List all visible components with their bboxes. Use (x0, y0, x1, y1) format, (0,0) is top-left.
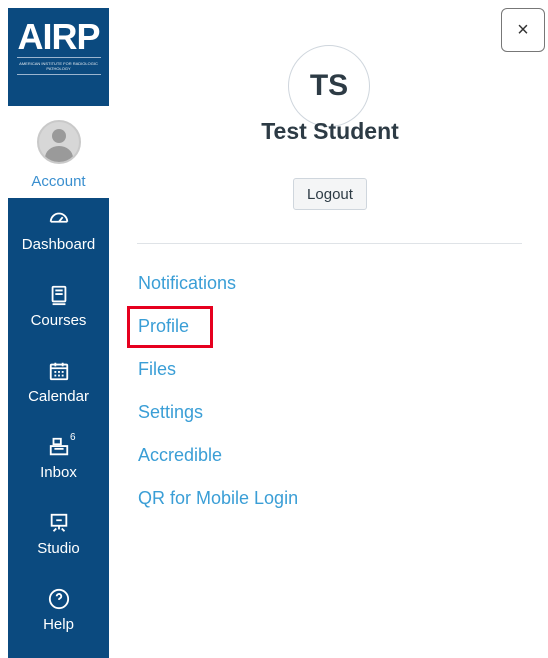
nav-item-studio[interactable]: Studio (8, 502, 109, 578)
profile-highlight-box (127, 306, 213, 348)
nav-item-label: Dashboard (21, 236, 96, 253)
nav-item-calendar[interactable]: Calendar (8, 350, 109, 426)
nav-item-label: Calendar (28, 388, 89, 405)
dashboard-icon (48, 198, 70, 230)
link-notifications[interactable]: Notifications (138, 268, 298, 311)
inbox-badge: 6 (70, 432, 76, 443)
logout-button[interactable]: Logout (293, 178, 367, 210)
nav-item-courses[interactable]: Courses (8, 274, 109, 350)
nav-item-label: Courses (30, 312, 87, 329)
user-avatar[interactable]: TS (288, 45, 370, 127)
nav-item-label: Studio (37, 540, 80, 557)
user-name: Test Student (261, 118, 399, 144)
help-icon (48, 578, 70, 610)
nav-item-label: Help (43, 616, 74, 633)
nav-item-inbox[interactable]: 6 Inbox (8, 426, 109, 502)
calendar-icon (48, 350, 70, 382)
link-files[interactable]: Files (138, 354, 298, 397)
divider (137, 243, 522, 244)
nav-item-help[interactable]: Help (8, 578, 109, 654)
close-tray-button[interactable]: × (501, 8, 545, 52)
studio-icon (48, 502, 70, 534)
link-accredible[interactable]: Accredible (138, 440, 298, 483)
global-nav: AIRP AMERICAN INSTITUTE FOR RADIOLOGIC P… (8, 8, 109, 658)
nav-list: Dashboard Courses Calendar 6 Inbox Studi… (8, 198, 109, 658)
logo-text: AIRP (17, 16, 100, 57)
link-settings[interactable]: Settings (138, 397, 298, 440)
inbox-icon (48, 426, 70, 458)
logo-subtitle: AMERICAN INSTITUTE FOR RADIOLOGIC PATHOL… (19, 61, 98, 71)
courses-icon (48, 274, 70, 306)
nav-item-label: Inbox (40, 464, 77, 481)
link-qr-mobile-login[interactable]: QR for Mobile Login (138, 483, 298, 526)
nav-account-label: Account (31, 173, 86, 190)
nav-item-dashboard[interactable]: Dashboard (8, 198, 109, 274)
user-avatar-icon (36, 120, 81, 164)
airp-logo[interactable]: AIRP AMERICAN INSTITUTE FOR RADIOLOGIC P… (8, 8, 109, 106)
nav-account[interactable]: Account (8, 106, 109, 198)
